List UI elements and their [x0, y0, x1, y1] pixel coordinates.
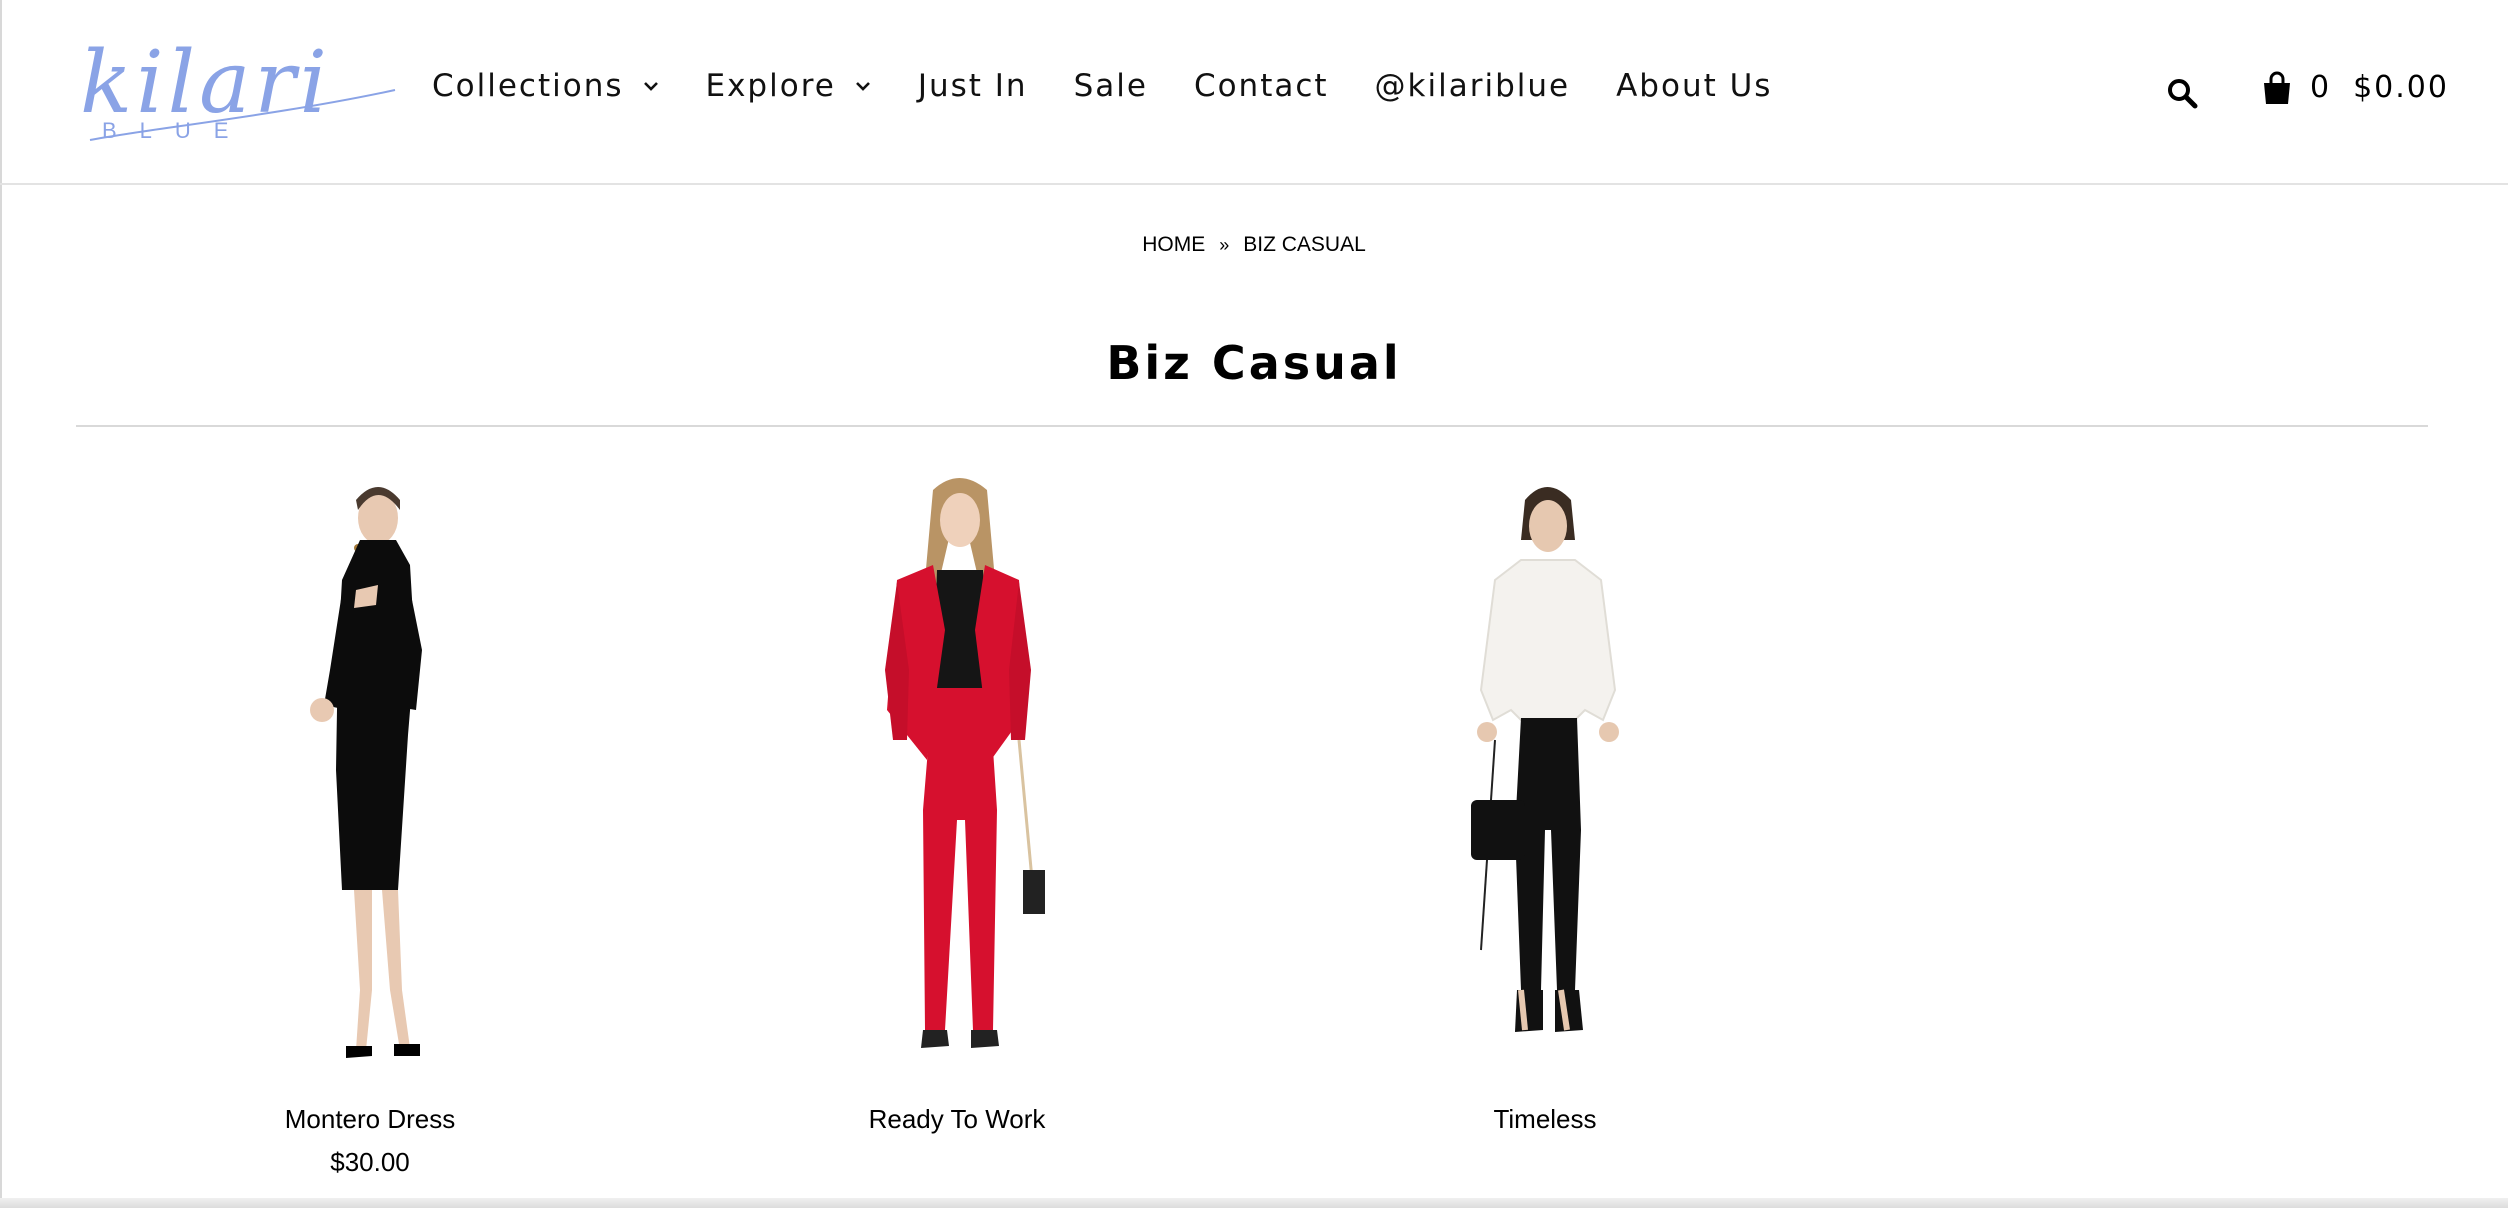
nav-item-label: Collections	[432, 68, 624, 104]
product-name[interactable]: Montero Dress	[110, 1104, 630, 1135]
nav-item-label: Just In	[917, 68, 1028, 104]
nav-item-label: Explore	[705, 68, 836, 104]
logo-script-text: kilari	[80, 33, 332, 133]
nav-item-sale[interactable]: Sale	[1074, 68, 1148, 104]
nav-item-label: Sale	[1073, 68, 1148, 104]
product-photo-white-blouse	[1471, 487, 1619, 1032]
breadcrumb-home-link[interactable]: HOME	[1142, 233, 1205, 257]
product-image[interactable]	[110, 470, 630, 1070]
logo-subtext: BLUE	[102, 118, 252, 143]
chevron-down-icon	[855, 82, 870, 91]
brand-logo[interactable]: kilari BLUE	[80, 40, 400, 150]
nav-item-contact[interactable]: Contact	[1194, 68, 1329, 104]
product-card-ready-to-work[interactable]: Ready To Work	[697, 470, 1217, 1135]
nav-item-label: @kilariblue	[1374, 68, 1571, 104]
nav-item-collections[interactable]: Collections	[432, 68, 660, 104]
cart-total: $0.00	[2353, 70, 2449, 105]
cart-count: 0	[2310, 70, 2332, 105]
page-title: Biz Casual	[1106, 336, 1402, 390]
product-image[interactable]	[697, 470, 1217, 1070]
cart-button[interactable]: 0 $0.00	[2262, 70, 2449, 105]
site-header: kilari BLUE Collections Explore Just In …	[0, 0, 2508, 185]
nav-item-explore[interactable]: Explore	[706, 68, 872, 104]
product-card-timeless[interactable]: Timeless	[1285, 470, 1805, 1135]
window-bottom-edge	[0, 1198, 2508, 1208]
product-image[interactable]	[1285, 470, 1805, 1070]
chevron-down-icon	[643, 82, 658, 91]
search-icon[interactable]	[2166, 77, 2198, 109]
nav-item-instagram-handle[interactable]: @kilariblue	[1375, 68, 1571, 104]
product-card-montero-dress[interactable]: Montero Dress $30.00	[110, 470, 630, 1178]
nav-item-label: Contact	[1193, 68, 1329, 104]
product-name[interactable]: Ready To Work	[697, 1104, 1217, 1135]
breadcrumb-separator: »	[1219, 235, 1230, 255]
breadcrumb-current: BIZ CASUAL	[1243, 233, 1366, 256]
shopping-bag-icon	[2264, 71, 2290, 104]
nav-item-just-in[interactable]: Just In	[918, 68, 1028, 104]
product-price: $30.00	[330, 1147, 410, 1177]
product-photo-red-suit	[885, 478, 1045, 1048]
nav-item-label: About Us	[1616, 68, 1773, 104]
product-photo-black-dress	[310, 487, 422, 1058]
title-divider	[76, 425, 2428, 427]
breadcrumb: HOME » BIZ CASUAL	[0, 233, 2508, 257]
product-name[interactable]: Timeless	[1285, 1104, 1805, 1135]
nav-item-about-us[interactable]: About Us	[1616, 68, 1772, 104]
main-nav: Collections Explore Just In Sale Contact…	[432, 68, 1818, 104]
